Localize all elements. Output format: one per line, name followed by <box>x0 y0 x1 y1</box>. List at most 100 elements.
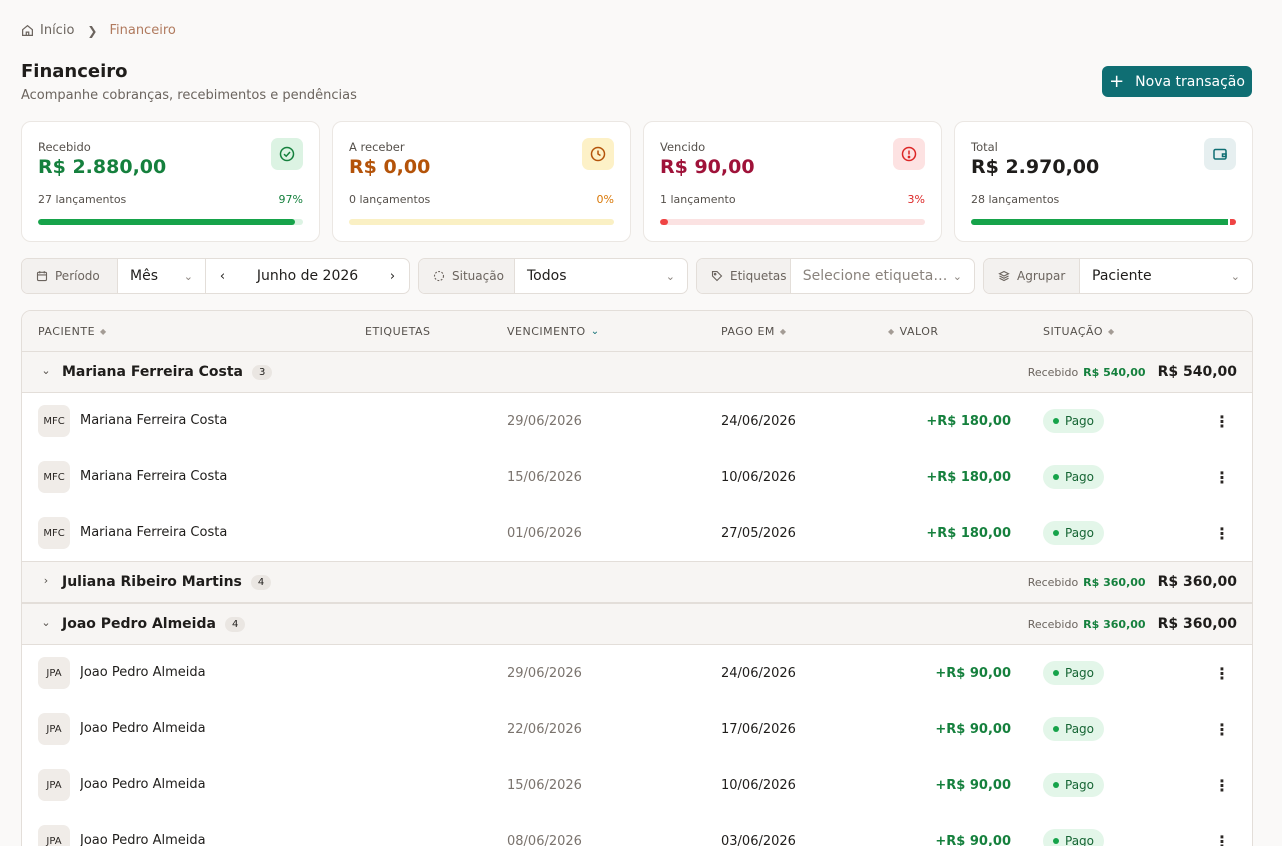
avatar: MFC <box>38 517 70 549</box>
more-options-icon[interactable]: ⋮ <box>1212 719 1232 739</box>
new-transaction-button[interactable]: + Nova transação <box>1102 66 1252 97</box>
group-row: ⌄ Joao Pedro Almeida 4 Recebido R$ 360,00… <box>22 603 1252 645</box>
column-header-due[interactable]: VENCIMENTO ⌄ <box>507 325 600 338</box>
group-name-text: Mariana Ferreira Costa <box>62 364 244 380</box>
status-text: Pago <box>1065 722 1095 736</box>
breadcrumb: Início ❯ Financeiro <box>21 23 176 38</box>
period-value: Junho de 2026 <box>256 268 359 284</box>
status-select[interactable]: Todos ⌄ <box>515 259 687 293</box>
next-period-button[interactable]: › <box>376 259 409 293</box>
card-count: 27 lançamentos <box>38 193 127 206</box>
status-badge: Pago <box>1043 409 1105 433</box>
more-options-icon[interactable]: ⋮ <box>1212 411 1232 431</box>
column-header-value[interactable]: ◆ VALOR <box>888 325 939 338</box>
received-label: Recebido <box>1027 576 1079 589</box>
group-total: R$ 540,00 <box>1157 364 1237 380</box>
alert-circle-icon <box>893 138 925 170</box>
progress-bar <box>38 219 303 225</box>
avatar: JPA <box>38 657 70 689</box>
amount: +R$ 90,00 <box>935 834 1011 846</box>
more-options-icon[interactable]: ⋮ <box>1212 775 1232 795</box>
table-row[interactable]: JPA Joao Pedro Almeida 22/06/2026 17/06/… <box>22 701 1252 757</box>
chevron-right-icon[interactable]: › <box>39 573 53 587</box>
due-date: 01/06/2026 <box>507 526 582 541</box>
column-label: VENCIMENTO <box>507 325 586 338</box>
column-header-status[interactable]: SITUAÇÃO ◆ <box>1043 325 1115 338</box>
sort-icon: ◆ <box>888 327 895 336</box>
received-label: Recebido <box>1027 618 1079 631</box>
sort-icon: ◆ <box>100 327 107 336</box>
chevron-down-icon[interactable]: ⌄ <box>39 615 53 629</box>
period-mode-select[interactable]: Mês ⌄ <box>118 259 206 293</box>
status-dot <box>1053 670 1059 676</box>
period-filter: Período Mês ⌄ ‹ Junho de 2026 › <box>21 258 410 294</box>
chevron-down-icon[interactable]: ⌄ <box>39 363 53 377</box>
patient-name: Joao Pedro Almeida <box>80 721 206 736</box>
paid-date: 10/06/2026 <box>721 778 796 793</box>
group-select[interactable]: Paciente ⌄ <box>1080 259 1252 293</box>
table-row[interactable]: JPA Joao Pedro Almeida 08/06/2026 03/06/… <box>22 813 1252 846</box>
avatar: JPA <box>38 825 70 846</box>
calendar-icon <box>36 271 48 282</box>
transactions-table: PACIENTE ◆ ETIQUETAS VENCIMENTO ⌄ PAGO EM ◆… <box>21 310 1253 846</box>
status-badge: Pago <box>1043 773 1105 797</box>
breadcrumb-home-label: Início <box>40 23 75 38</box>
avatar: MFC <box>38 405 70 437</box>
progress-bar <box>660 219 925 225</box>
group-count-badge: 3 <box>252 365 273 380</box>
more-options-icon[interactable]: ⋮ <box>1212 523 1232 543</box>
column-header-paid[interactable]: PAGO EM ◆ <box>721 325 787 338</box>
group-row: ⌄ Mariana Ferreira Costa 3 Recebido R$ 54… <box>22 351 1252 393</box>
more-options-icon[interactable]: ⋮ <box>1212 831 1232 846</box>
group-row: › Juliana Ribeiro Martins 4 Recebido R$ 3… <box>22 561 1252 603</box>
breadcrumb-home-link[interactable]: Início <box>21 23 74 38</box>
status-dot <box>1053 726 1059 732</box>
status-dot <box>1053 782 1059 788</box>
layers-icon <box>998 270 1010 282</box>
column-label: PACIENTE <box>38 325 96 338</box>
table-row[interactable]: MFC Mariana Ferreira Costa 01/06/2026 27… <box>22 505 1252 561</box>
summary-card-total: Total R$ 2.970,00 28 lançamentos <box>954 121 1253 242</box>
chevron-right-icon: ❯ <box>87 23 98 38</box>
plus-icon: + <box>1109 70 1125 92</box>
tags-filter: Etiquetas Selecione etiquetas... ⌄ <box>696 258 975 294</box>
paid-date: 03/06/2026 <box>721 834 796 846</box>
prev-period-button[interactable]: ‹ <box>206 259 239 293</box>
tags-filter-label: Etiquetas <box>697 259 791 293</box>
avatar: JPA <box>38 713 70 745</box>
card-label: Recebido <box>38 140 91 154</box>
breadcrumb-current: Financeiro <box>109 23 176 38</box>
clock-icon <box>582 138 614 170</box>
patient-name: Mariana Ferreira Costa <box>80 525 228 540</box>
dashed-circle-icon <box>433 270 445 282</box>
table-row[interactable]: MFC Mariana Ferreira Costa 29/06/2026 24… <box>22 393 1252 449</box>
progress-fill-overdue <box>1230 219 1236 225</box>
group-name: Mariana Ferreira Costa 3 <box>62 364 273 380</box>
table-row[interactable]: MFC Mariana Ferreira Costa 15/06/2026 10… <box>22 449 1252 505</box>
status-badge: Pago <box>1043 465 1105 489</box>
card-percent: 0% <box>596 193 614 206</box>
group-filter-label: Agrupar <box>984 259 1080 293</box>
column-header-patient[interactable]: PACIENTE ◆ <box>38 325 107 338</box>
summary-card-pending: A receber R$ 0,00 0 lançamentos 0% <box>332 121 631 242</box>
group-name-text: Joao Pedro Almeida <box>62 616 216 632</box>
card-value: R$ 2.880,00 <box>38 156 167 178</box>
group-name-text: Juliana Ribeiro Martins <box>62 574 242 590</box>
table-row[interactable]: JPA Joao Pedro Almeida 15/06/2026 10/06/… <box>22 757 1252 813</box>
more-options-icon[interactable]: ⋮ <box>1212 663 1232 683</box>
card-label: A receber <box>349 140 405 154</box>
status-text: Pago <box>1065 666 1095 680</box>
page-title: Financeiro <box>21 61 128 82</box>
table-row[interactable]: JPA Joao Pedro Almeida 29/06/2026 24/06/… <box>22 645 1252 701</box>
group-count-badge: 4 <box>250 575 272 590</box>
more-options-icon[interactable]: ⋮ <box>1212 467 1232 487</box>
amount: +R$ 180,00 <box>926 526 1011 541</box>
card-count: 0 lançamentos <box>349 193 431 206</box>
tags-select[interactable]: Selecione etiquetas... ⌄ <box>791 259 974 293</box>
period-mode-value: Mês <box>130 268 158 284</box>
status-text: Pago <box>1065 834 1095 846</box>
progress-bar <box>349 219 614 225</box>
chevron-left-icon: ‹ <box>219 268 226 284</box>
avatar: JPA <box>38 769 70 801</box>
amount: +R$ 90,00 <box>935 666 1011 681</box>
